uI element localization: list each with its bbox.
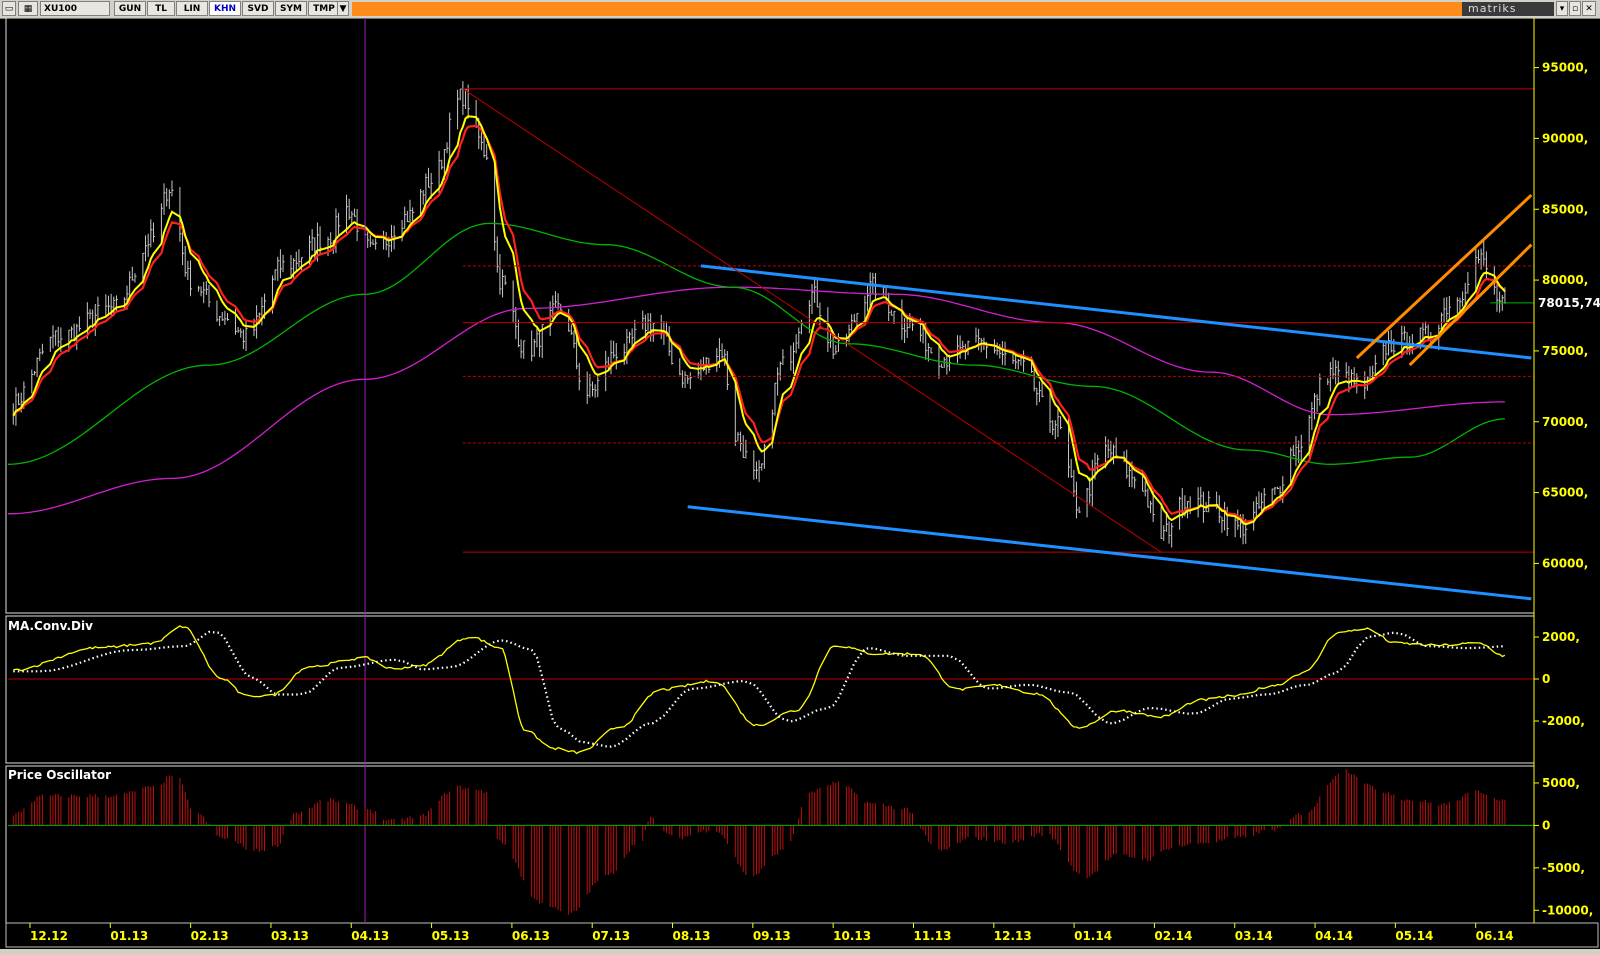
price-axis-label: 65000, <box>1542 486 1588 500</box>
brand-logo: matriks <box>1462 2 1554 16</box>
status-strip <box>0 949 1600 955</box>
title-bar <box>352 2 1462 16</box>
x-axis-label: 01.14 <box>1074 929 1112 943</box>
toolbar-button-svd[interactable]: SVD <box>242 1 274 16</box>
macd-axis-label: 2000, <box>1542 630 1580 644</box>
oscillator-axis-label: 5000, <box>1542 776 1580 790</box>
x-axis-label: 04.13 <box>351 929 389 943</box>
window-menu-icon[interactable]: ▭ <box>2 1 16 16</box>
price-axis-label: 95000, <box>1542 61 1588 75</box>
macd-axis-label: 0 <box>1542 672 1550 686</box>
x-axis-label: 11.13 <box>913 929 951 943</box>
restore-icon[interactable]: ▫ <box>1569 1 1581 16</box>
minimize-icon[interactable]: ▾ <box>1556 1 1568 16</box>
close-icon[interactable]: ✕ <box>1582 1 1596 16</box>
oscillator-axis-label: -5000, <box>1542 861 1585 875</box>
toolbar-button-sym[interactable]: SYM <box>275 1 307 16</box>
toolbar-button-gun[interactable]: GUN <box>114 1 146 16</box>
price-axis-label: 80000, <box>1542 273 1588 287</box>
last-value-label: 78015,74 <box>1538 296 1600 310</box>
x-axis-label: 04.14 <box>1315 929 1353 943</box>
toolbar-dropdown-icon[interactable]: ▼ <box>337 1 349 16</box>
symbol-field[interactable]: XU100 <box>40 1 110 16</box>
x-axis-label: 05.14 <box>1395 929 1433 943</box>
x-axis-label: 02.14 <box>1154 929 1192 943</box>
x-axis-label: 02.13 <box>191 929 229 943</box>
price-axis-label: 70000, <box>1542 415 1588 429</box>
x-axis-label: 03.14 <box>1235 929 1273 943</box>
price-axis-label: 90000, <box>1542 131 1588 145</box>
price-axis-label: 60000, <box>1542 556 1588 570</box>
toolbar-button-tmp[interactable]: TMP <box>308 1 340 16</box>
chart-area: 95000, 90000, 85000, 80000, 75000, 70000, 6500… <box>5 18 1600 948</box>
x-axis-label: 06.13 <box>512 929 550 943</box>
toolbar-button-lin[interactable]: LIN <box>176 1 208 16</box>
panel-frame-macd <box>5 615 1535 764</box>
x-axis-label: 06.14 <box>1476 929 1514 943</box>
x-axis-label: 05.13 <box>432 929 470 943</box>
x-axis-label: 09.13 <box>753 929 791 943</box>
x-axis-label: 01.13 <box>110 929 148 943</box>
x-axis-label: 12.13 <box>994 929 1032 943</box>
x-axis-frame <box>5 922 1599 948</box>
x-axis-label: 12.12 <box>30 929 68 943</box>
chart-type-icon[interactable]: ▦ <box>18 1 38 16</box>
macd-axis-label: -2000, <box>1542 714 1585 728</box>
price-axis-label: 75000, <box>1542 344 1588 358</box>
price-axis-label: 85000, <box>1542 202 1588 216</box>
oscillator-panel-title: Price Oscillator <box>8 768 111 782</box>
panel-frame-osc <box>5 765 1535 924</box>
x-axis-label: 08.13 <box>673 929 711 943</box>
x-axis-label: 10.13 <box>833 929 871 943</box>
x-axis-label: 03.13 <box>271 929 309 943</box>
oscillator-axis-label: -10000, <box>1542 903 1593 917</box>
oscillator-axis-label: 0 <box>1542 818 1550 832</box>
x-axis-label: 07.13 <box>592 929 630 943</box>
toolbar: ▭ ▦ XU100 GUN TL LIN KHN SVD SYM TMP ▼ matriks… <box>0 0 1600 19</box>
toolbar-button-tl[interactable]: TL <box>147 1 175 16</box>
toolbar-button-khn[interactable]: KHN <box>209 1 241 16</box>
macd-panel-title: MA.Conv.Div <box>8 619 93 633</box>
